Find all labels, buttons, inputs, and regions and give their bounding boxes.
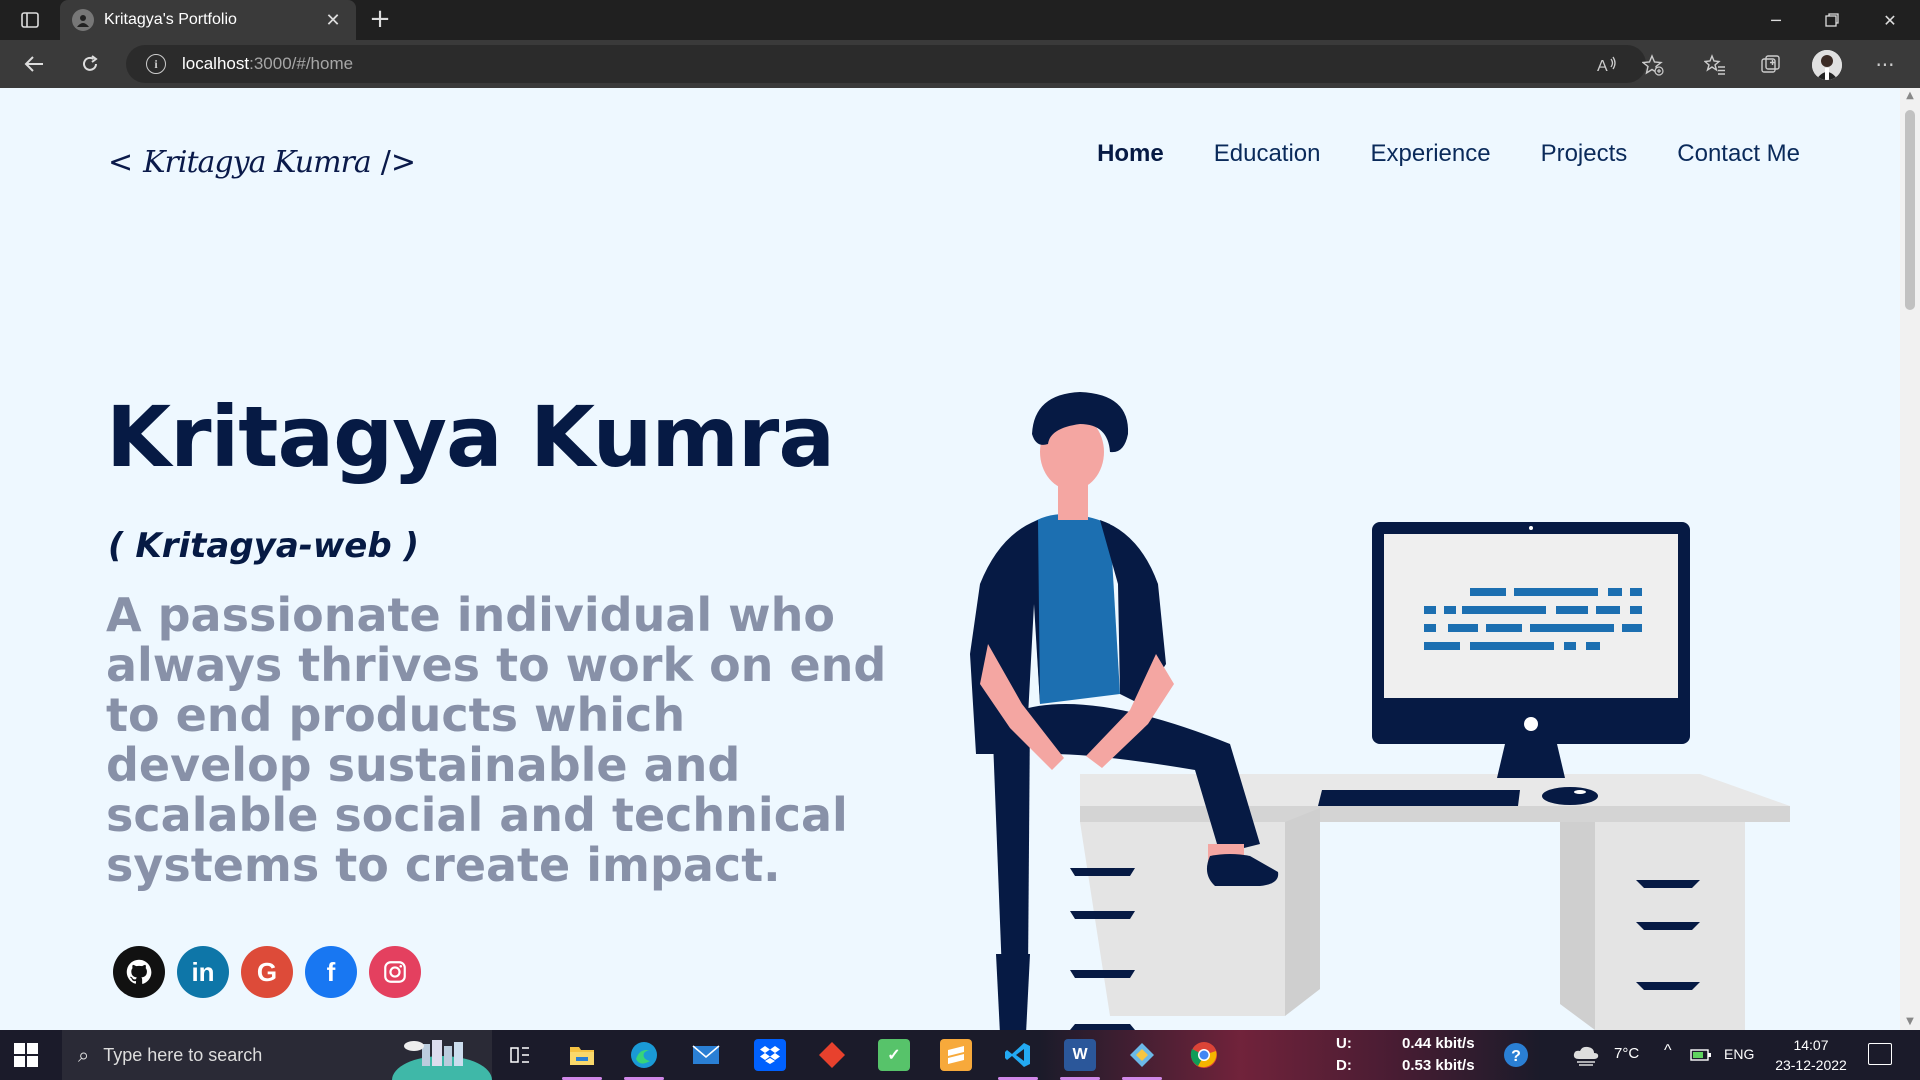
- browser-tab-bar: Kritagya's Portfolio ✕ + ─ ✕: [0, 0, 1920, 40]
- hero-handle: ( Kritagya-web ): [108, 526, 420, 566]
- desk-edge: [1080, 806, 1790, 822]
- search-highlight-icon: [392, 1040, 492, 1080]
- add-favorite-icon[interactable]: [1640, 52, 1666, 78]
- sublime-text-icon[interactable]: [940, 1039, 972, 1071]
- svg-text:A: A: [1597, 58, 1608, 75]
- linkedin-icon[interactable]: in: [177, 946, 229, 998]
- search-icon: ⌕: [78, 1043, 90, 1067]
- taskbar-search-placeholder: Type here to search: [103, 1044, 263, 1065]
- taskbar-search-box[interactable]: ⌕ Type here to search: [62, 1030, 492, 1080]
- minimize-button[interactable]: ─: [1748, 0, 1804, 40]
- tab-title: Kritagya's Portfolio: [104, 11, 237, 28]
- monitor-stand: [1497, 744, 1565, 778]
- vscode-icon[interactable]: [1002, 1039, 1034, 1071]
- social-links: in G f: [113, 946, 421, 998]
- scroll-down-arrow-icon[interactable]: ▼: [1904, 1016, 1916, 1028]
- read-aloud-icon[interactable]: A: [1594, 52, 1620, 78]
- facebook-icon[interactable]: f: [305, 946, 357, 998]
- dropbox-icon[interactable]: [754, 1039, 786, 1071]
- site-logo[interactable]: < Kritagya Kumra />: [108, 132, 416, 192]
- scroll-thumb[interactable]: [1905, 110, 1915, 310]
- notification-icon[interactable]: [1868, 1043, 1892, 1065]
- chrome-icon[interactable]: [1188, 1039, 1220, 1071]
- google-icon[interactable]: G: [241, 946, 293, 998]
- file-explorer-icon[interactable]: [566, 1039, 598, 1071]
- back-arrow-icon[interactable]: [18, 48, 50, 80]
- scroll-up-arrow-icon[interactable]: ▲: [1904, 90, 1916, 102]
- windows-start-icon[interactable]: [14, 1043, 38, 1067]
- hero-name: Kritagya Kumra: [106, 388, 835, 486]
- site-info-icon[interactable]: i: [146, 54, 166, 74]
- weather-cloud-icon[interactable]: [1570, 1039, 1602, 1071]
- url-host: localhost: [182, 54, 250, 73]
- net-down-label: D:: [1336, 1057, 1352, 1074]
- clock-time: 14:07: [1793, 1037, 1829, 1053]
- collections-icon[interactable]: [1758, 52, 1784, 78]
- browser-tab[interactable]: Kritagya's Portfolio ✕: [60, 0, 356, 40]
- edge-browser-icon[interactable]: [628, 1039, 660, 1071]
- mouse: [1542, 787, 1598, 805]
- profile-avatar[interactable]: [1812, 50, 1842, 80]
- nav-education[interactable]: Education: [1214, 140, 1321, 168]
- url-bar[interactable]: i localhost:3000/#/home: [126, 45, 1646, 83]
- tray-expand-icon[interactable]: ^: [1664, 1042, 1672, 1060]
- instagram-icon[interactable]: [369, 946, 421, 998]
- git-client-icon[interactable]: [816, 1039, 848, 1071]
- tab-actions-icon[interactable]: [14, 8, 46, 32]
- snip-tool-icon[interactable]: [1126, 1039, 1158, 1071]
- net-up-value: 0.44 kbit/s: [1402, 1035, 1475, 1052]
- address-toolbar: i localhost:3000/#/home A ···: [0, 40, 1920, 88]
- language-indicator[interactable]: ENG: [1724, 1046, 1754, 1062]
- tab-favicon-icon: [72, 9, 94, 31]
- refresh-icon[interactable]: [74, 48, 106, 80]
- nav-contact-me[interactable]: Contact Me: [1677, 140, 1800, 168]
- close-window-button[interactable]: ✕: [1862, 0, 1918, 40]
- nav-home[interactable]: Home: [1097, 140, 1164, 168]
- taskbar-clock[interactable]: 14:07 23-12-2022: [1766, 1035, 1856, 1075]
- nav-experience[interactable]: Experience: [1371, 140, 1491, 168]
- close-tab-icon[interactable]: ✕: [322, 10, 344, 31]
- restore-button[interactable]: [1804, 0, 1860, 40]
- favorites-icon[interactable]: [1702, 52, 1728, 78]
- task-app-icon[interactable]: ✓: [878, 1039, 910, 1071]
- logo-close-bracket: />: [380, 144, 417, 180]
- keyboard: [1318, 790, 1520, 806]
- windows-taskbar: ⌕ Type here to search ✓ W U: 0.44 kbit/s…: [0, 1030, 1920, 1080]
- nav-projects[interactable]: Projects: [1541, 140, 1628, 168]
- url-path: :3000/#/home: [249, 54, 354, 73]
- clock-date: 23-12-2022: [1775, 1057, 1847, 1073]
- hero-description: A passionate individual who always thriv…: [106, 588, 887, 892]
- main-nav: Home Education Experience Projects Conta…: [1097, 140, 1800, 168]
- logo-open-bracket: <: [108, 144, 134, 180]
- portfolio-page: < Kritagya Kumra /> Home Education Exper…: [0, 88, 1900, 1030]
- svg-text:?: ?: [1511, 1048, 1521, 1065]
- mail-icon[interactable]: [690, 1039, 722, 1071]
- hero-illustration: [970, 392, 1790, 1030]
- battery-icon[interactable]: [1688, 1039, 1714, 1071]
- new-tab-button[interactable]: +: [366, 6, 394, 34]
- word-icon[interactable]: W: [1064, 1039, 1096, 1071]
- net-up-label: U:: [1336, 1035, 1352, 1052]
- more-options-icon[interactable]: ···: [1872, 52, 1898, 78]
- vertical-scrollbar[interactable]: ▲ ▼: [1900, 88, 1920, 1030]
- github-icon[interactable]: [113, 946, 165, 998]
- task-view-icon[interactable]: [504, 1039, 536, 1071]
- monitor-screen: [1384, 534, 1678, 698]
- temperature: 7°C: [1614, 1045, 1640, 1062]
- net-down-value: 0.53 kbit/s: [1402, 1057, 1475, 1074]
- help-icon[interactable]: ?: [1500, 1039, 1532, 1071]
- logo-signature: Kritagya Kumra: [143, 144, 372, 180]
